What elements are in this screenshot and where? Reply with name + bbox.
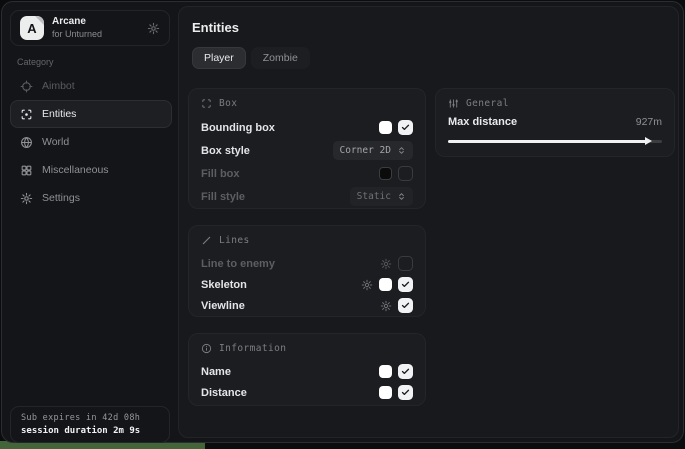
- app-window: A Arcane for Unturned Category Aimbot: [1, 1, 684, 443]
- dropdown-value: Static: [357, 191, 391, 202]
- sidebar-item-label: Settings: [42, 192, 80, 204]
- sub-expiry-text: Sub expires in 42d 08h: [21, 413, 159, 423]
- max-distance-slider[interactable]: [448, 137, 662, 146]
- general-section-header: General: [448, 98, 662, 109]
- sidebar-item-aimbot[interactable]: Aimbot: [10, 72, 172, 100]
- slider-fill: [448, 140, 647, 143]
- setting-label: Viewline: [201, 300, 245, 312]
- subscription-status-card: Sub expires in 42d 08h session duration …: [10, 406, 170, 443]
- check-icon: [401, 367, 410, 376]
- sidebar-item-settings[interactable]: Settings: [10, 184, 172, 212]
- scan-box-icon: [20, 108, 33, 121]
- setting-label: Skeleton: [201, 279, 247, 291]
- sidebar-nav: Aimbot Entities World Miscellaneous: [10, 72, 172, 212]
- setting-label: Box style: [201, 145, 250, 157]
- general-section-card: General Max distance 927m: [435, 88, 675, 157]
- color-swatch[interactable]: [379, 278, 392, 291]
- max-distance-value: 927m: [636, 116, 662, 128]
- section-title: Box: [219, 98, 237, 109]
- box-style-dropdown[interactable]: Corner 2D: [333, 141, 413, 160]
- fill-box-checkbox[interactable]: [398, 166, 413, 181]
- chevron-up-down-icon: [397, 192, 406, 201]
- sliders-icon: [448, 98, 459, 109]
- gear-icon[interactable]: [147, 22, 160, 35]
- name-checkbox[interactable]: [398, 364, 413, 379]
- slider-thumb[interactable]: [645, 137, 652, 145]
- setting-row-skeleton: Skeleton: [201, 274, 413, 295]
- setting-label: Fill box: [201, 168, 240, 180]
- page-title: Entities: [192, 20, 239, 35]
- globe-icon: [20, 136, 33, 149]
- entity-type-tabs: Player Zombie: [192, 47, 310, 69]
- dropdown-value: Corner 2D: [340, 145, 391, 156]
- information-section-header: Information: [201, 343, 413, 354]
- tab-player[interactable]: Player: [192, 47, 246, 69]
- app-meta: Arcane for Unturned: [52, 16, 102, 40]
- setting-row-fill-box: Fill box: [201, 162, 413, 185]
- sidebar: A Arcane for Unturned Category Aimbot: [2, 2, 178, 442]
- setting-label: Max distance: [448, 116, 517, 128]
- sidebar-item-label: Miscellaneous: [42, 164, 109, 176]
- check-icon: [401, 301, 410, 310]
- tab-zombie[interactable]: Zombie: [251, 47, 310, 69]
- sidebar-item-world[interactable]: World: [10, 128, 172, 156]
- setting-row-fill-style: Fill style Static: [201, 185, 413, 208]
- section-title: Information: [219, 343, 286, 354]
- app-name: Arcane: [52, 16, 102, 29]
- bounding-box-checkbox[interactable]: [398, 120, 413, 135]
- info-icon: [201, 343, 212, 354]
- setting-label: Bounding box: [201, 122, 275, 134]
- gear-icon[interactable]: [380, 300, 392, 312]
- setting-row-name: Name: [201, 361, 413, 382]
- gear-icon[interactable]: [380, 258, 392, 270]
- line-to-enemy-checkbox[interactable]: [398, 256, 413, 271]
- app-logo: A: [20, 16, 44, 40]
- color-swatch[interactable]: [379, 121, 392, 134]
- box-section-card: Box Bounding box Box style Corner 2D: [188, 88, 426, 209]
- setting-label: Distance: [201, 387, 247, 399]
- setting-row-bounding-box: Bounding box: [201, 116, 413, 139]
- distance-checkbox[interactable]: [398, 385, 413, 400]
- gear-icon[interactable]: [361, 279, 373, 291]
- setting-label: Fill style: [201, 191, 245, 203]
- app-logo-card: A Arcane for Unturned: [10, 10, 170, 46]
- chevron-up-down-icon: [397, 146, 406, 155]
- main-panel: Entities Player Zombie Box Bounding box: [178, 6, 679, 438]
- skeleton-checkbox[interactable]: [398, 277, 413, 292]
- information-section-card: Information Name Distance: [188, 333, 426, 406]
- grid-icon: [20, 164, 33, 177]
- check-icon: [401, 123, 410, 132]
- sidebar-item-entities[interactable]: Entities: [10, 100, 172, 128]
- session-duration-text: session duration 2m 9s: [21, 426, 159, 436]
- color-swatch[interactable]: [379, 365, 392, 378]
- lines-section-header: Lines: [201, 235, 413, 246]
- check-icon: [401, 280, 410, 289]
- lines-section-card: Lines Line to enemy Skeleton: [188, 225, 426, 317]
- diagonal-line-icon: [201, 235, 212, 246]
- setting-label: Name: [201, 366, 231, 378]
- scan-corners-icon: [201, 98, 212, 109]
- color-swatch[interactable]: [379, 167, 392, 180]
- crosshair-icon: [20, 80, 33, 93]
- setting-row-distance: Distance: [201, 382, 413, 403]
- sidebar-item-miscellaneous[interactable]: Miscellaneous: [10, 156, 172, 184]
- viewline-checkbox[interactable]: [398, 298, 413, 313]
- setting-row-box-style: Box style Corner 2D: [201, 139, 413, 162]
- setting-label: Line to enemy: [201, 258, 275, 270]
- sidebar-item-label: World: [42, 136, 69, 148]
- category-label: Category: [17, 57, 54, 67]
- check-icon: [401, 388, 410, 397]
- setting-row-line-to-enemy: Line to enemy: [201, 253, 413, 274]
- section-title: General: [466, 98, 509, 109]
- sidebar-item-label: Entities: [42, 108, 76, 120]
- gear-icon: [20, 192, 33, 205]
- setting-row-max-distance: Max distance 927m: [448, 116, 662, 128]
- setting-row-viewline: Viewline: [201, 295, 413, 316]
- fill-style-dropdown[interactable]: Static: [350, 187, 413, 206]
- sidebar-item-label: Aimbot: [42, 80, 75, 92]
- color-swatch[interactable]: [379, 386, 392, 399]
- app-subtitle: for Unturned: [52, 29, 102, 40]
- box-section-header: Box: [201, 98, 413, 109]
- section-title: Lines: [219, 235, 250, 246]
